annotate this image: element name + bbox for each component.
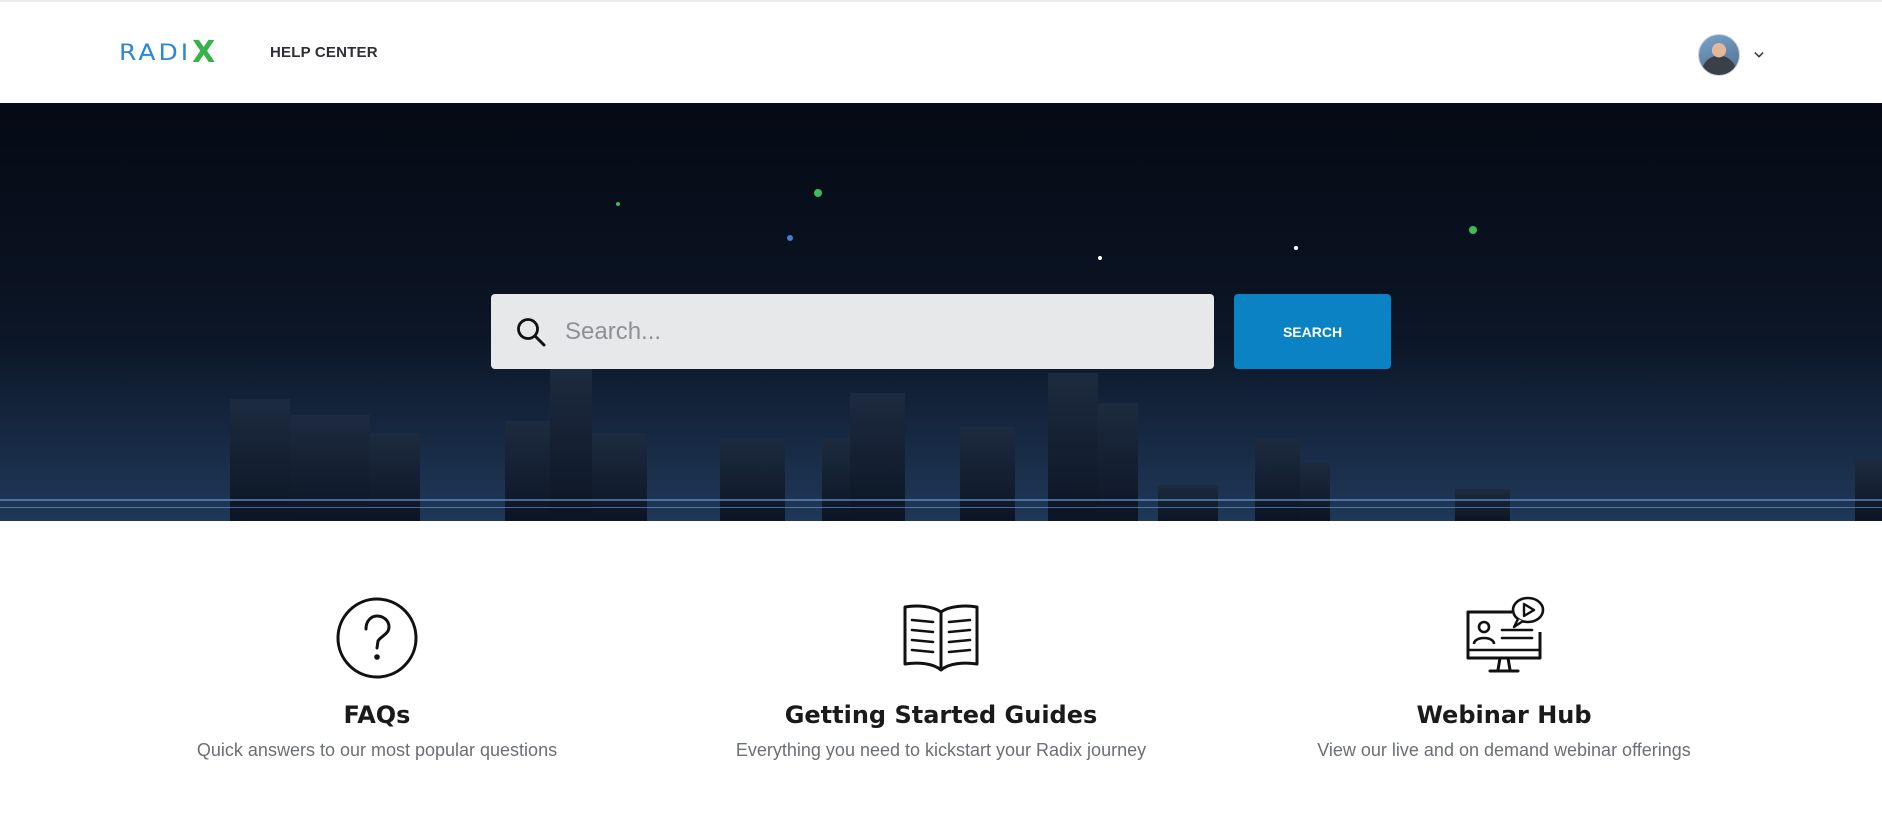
search-input[interactable] bbox=[563, 294, 1193, 369]
card-description: Everything you need to kickstart your Ra… bbox=[735, 740, 1147, 760]
card-description: Quick answers to our most popular questi… bbox=[196, 740, 558, 760]
search-icon bbox=[517, 318, 546, 347]
card-getting-started[interactable]: Getting Started Guides Everything you ne… bbox=[661, 596, 1221, 762]
logo-accent: X bbox=[192, 34, 216, 70]
card-title[interactable]: Webinar Hub bbox=[1224, 700, 1784, 730]
help-center-title[interactable]: HELP CENTER bbox=[270, 44, 378, 61]
logo-wordmark: RADI bbox=[119, 38, 192, 66]
card-webinar-hub[interactable]: Webinar Hub View our live and on demand … bbox=[1224, 596, 1784, 762]
user-menu[interactable] bbox=[1698, 34, 1764, 76]
card-title[interactable]: FAQs bbox=[97, 700, 657, 730]
search-button[interactable]: SEARCH bbox=[1234, 294, 1391, 369]
card-description: View our live and on demand webinar offe… bbox=[1317, 740, 1691, 760]
chevron-down-icon[interactable] bbox=[1754, 50, 1764, 60]
card-title[interactable]: Getting Started Guides bbox=[661, 700, 1221, 730]
avatar[interactable] bbox=[1698, 34, 1740, 76]
radix-logo[interactable]: RADI X bbox=[119, 34, 216, 70]
webinar-monitor-icon bbox=[1466, 596, 1545, 673]
top-header: RADI X HELP CENTER bbox=[0, 0, 1882, 103]
question-circle-icon bbox=[336, 597, 418, 679]
open-book-icon bbox=[903, 604, 979, 672]
card-faqs[interactable]: FAQs Quick answers to our most popular q… bbox=[97, 596, 657, 762]
search-box bbox=[491, 294, 1214, 369]
hero-banner: SEARCH bbox=[0, 103, 1882, 521]
